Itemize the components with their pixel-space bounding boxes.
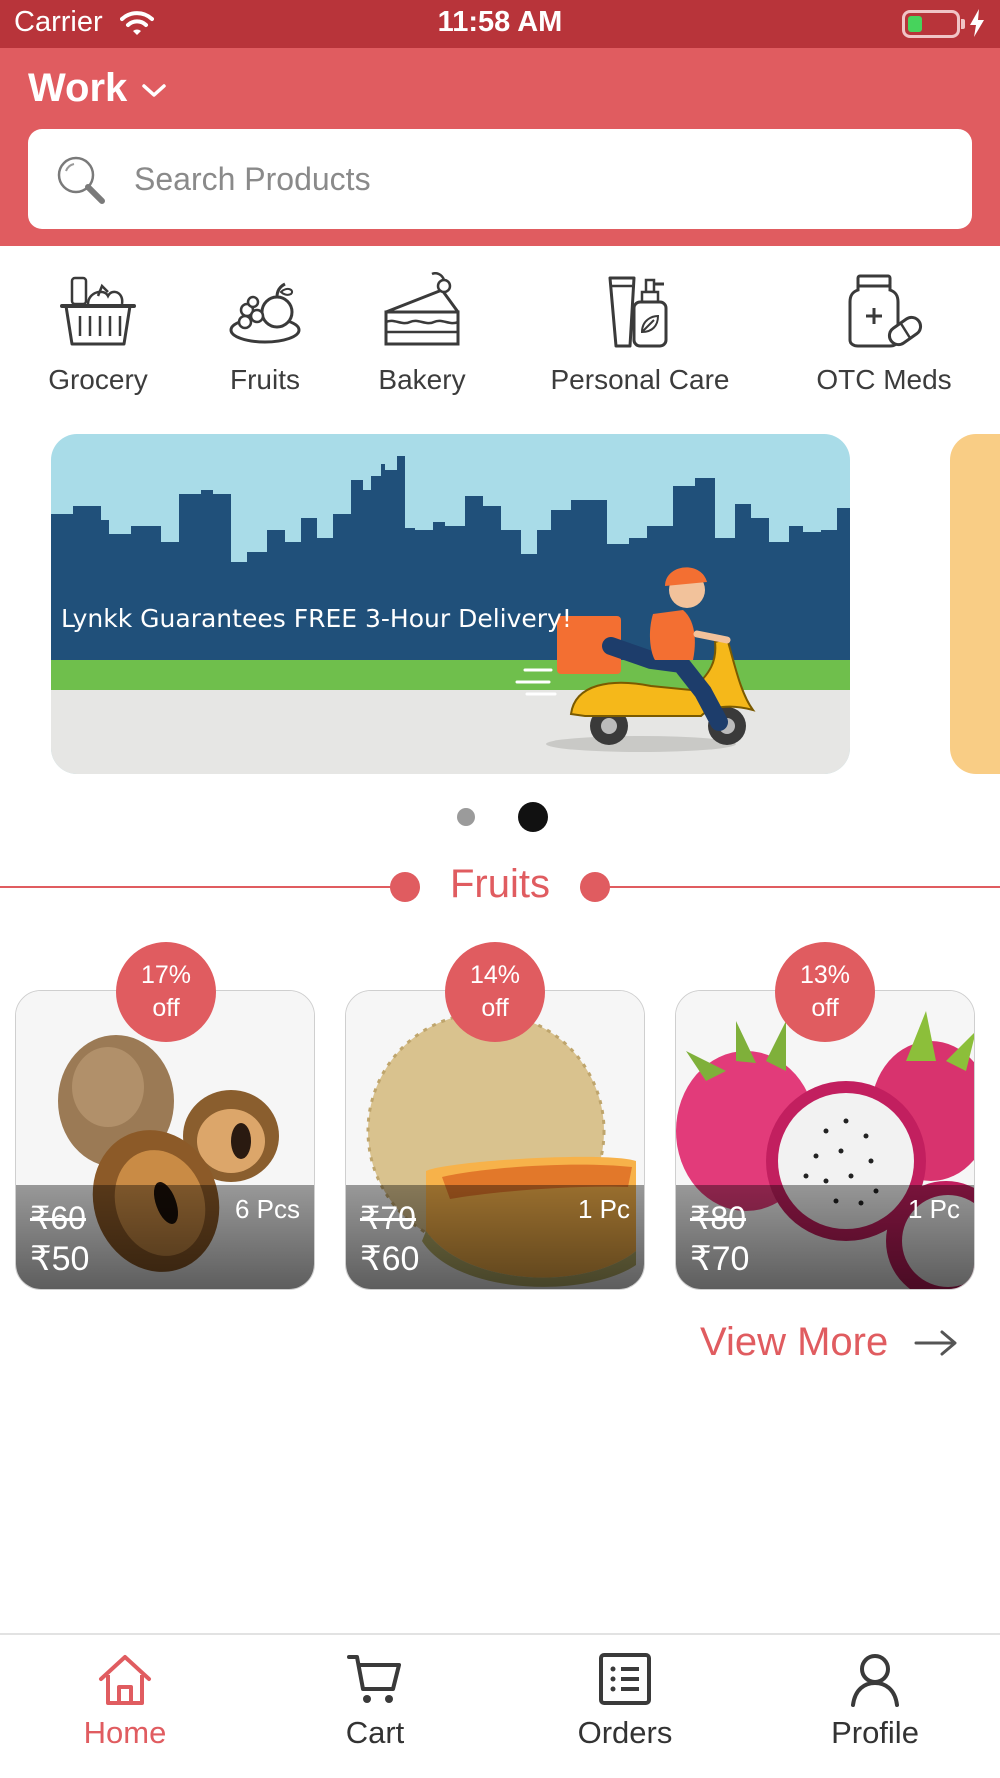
home-icon — [99, 1655, 151, 1705]
cake-icon — [384, 272, 460, 346]
section-divider-left — [0, 886, 392, 888]
carousel-dot-2-active[interactable] — [518, 802, 548, 832]
tab-profile[interactable]: Profile — [750, 1651, 1000, 1751]
clock: 11:58 AM — [437, 6, 563, 38]
discount-badge: 17% off — [116, 942, 216, 1042]
category-fruits[interactable]: Fruits — [210, 272, 320, 396]
view-more-label: View More — [700, 1320, 889, 1364]
sale-price: ₹50 — [30, 1240, 90, 1278]
category-bakery[interactable]: Bakery — [362, 272, 482, 396]
section-dot-right — [580, 872, 610, 902]
cart-icon — [347, 1655, 401, 1703]
profile-icon — [851, 1654, 899, 1707]
original-price: ₹60 — [30, 1200, 86, 1236]
battery-cap — [961, 19, 965, 29]
tab-label: Cart — [345, 1715, 405, 1750]
category-otc-meds[interactable]: OTC Meds — [804, 272, 964, 396]
original-price: ₹80 — [690, 1200, 746, 1236]
tab-label: Profile — [831, 1715, 919, 1750]
orders-list-icon — [599, 1653, 651, 1705]
quantity-label: 6 Pcs — [234, 1194, 300, 1224]
grocery-basket-icon — [60, 276, 136, 346]
category-label: Fruits — [230, 364, 300, 395]
sale-price: ₹70 — [690, 1240, 750, 1278]
tab-label: Orders — [577, 1715, 673, 1750]
discount-badge: 14% off — [445, 942, 545, 1042]
section-divider-right — [608, 886, 1000, 888]
tab-label: Home — [83, 1715, 167, 1750]
carousel-dot-1[interactable] — [457, 808, 475, 826]
tab-orders[interactable]: Orders — [500, 1651, 750, 1751]
section-title: Fruits — [450, 862, 550, 906]
view-more-link[interactable]: View More — [700, 1320, 958, 1365]
discount-percent: 13% — [799, 961, 851, 989]
section-dot-left — [390, 872, 420, 902]
search-icon — [57, 156, 105, 204]
promo-banner[interactable]: Lynkk Guarantees FREE 3-Hour Delivery! — [51, 434, 850, 774]
quantity-label: 1 Pc — [577, 1194, 630, 1224]
lotion-bottle-icon — [608, 276, 668, 348]
location-label: Work — [28, 66, 128, 110]
app-header: Work — [0, 48, 1000, 246]
banner-headline: Lynkk Guarantees FREE 3-Hour Delivery! — [61, 604, 572, 633]
quantity-label: 1 Pc — [907, 1194, 960, 1224]
tab-home[interactable]: Home — [0, 1651, 250, 1751]
next-banner-preview[interactable] — [950, 434, 1000, 774]
discount-badge: 13% off — [775, 942, 875, 1042]
fruits-icon — [229, 282, 301, 344]
category-label: Bakery — [378, 364, 466, 395]
tab-cart[interactable]: Cart — [250, 1651, 500, 1751]
category-label: Personal Care — [550, 364, 730, 395]
discount-percent: 14% — [469, 961, 521, 989]
category-label: Grocery — [48, 364, 148, 395]
sale-price: ₹60 — [360, 1240, 420, 1278]
discount-off: off — [811, 994, 839, 1022]
discount-off: off — [152, 994, 180, 1022]
status-bar: Carrier 11:58 AM — [0, 0, 1000, 48]
category-grocery[interactable]: Grocery — [28, 272, 168, 396]
category-label: OTC Meds — [816, 364, 952, 395]
original-price: ₹70 — [360, 1200, 416, 1236]
bottom-tab-bar: Home Cart Orders Profile — [0, 1633, 1000, 1778]
arrow-right-icon — [914, 1330, 957, 1355]
charging-bolt-icon — [970, 9, 984, 37]
discount-percent: 17% — [140, 961, 192, 989]
chevron-down-icon — [142, 83, 167, 97]
category-personal-care[interactable]: Personal Care — [540, 272, 740, 396]
search-input[interactable] — [132, 129, 952, 229]
medicine-icon — [848, 274, 923, 348]
discount-off: off — [481, 994, 509, 1022]
search-bar[interactable] — [28, 129, 972, 229]
battery-icon — [902, 10, 960, 38]
location-selector[interactable]: Work — [28, 66, 167, 111]
battery-level — [908, 16, 922, 32]
